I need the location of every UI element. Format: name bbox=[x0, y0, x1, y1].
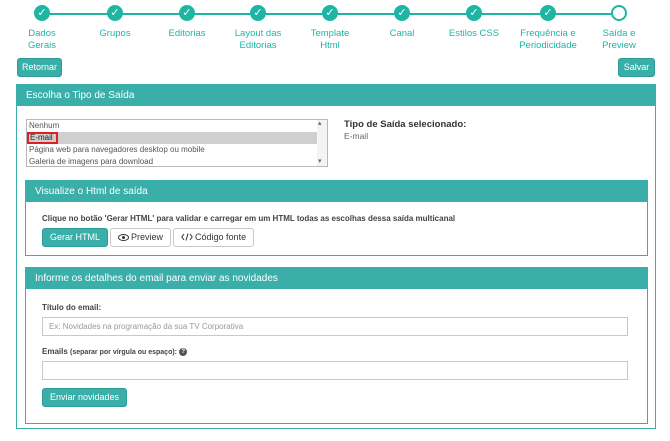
enviar-novidades-button[interactable]: Enviar novidades bbox=[42, 388, 128, 407]
listbox-option-galeria[interactable]: Galeria de imagens para download bbox=[27, 156, 327, 166]
emails-hint: (separar por vírgula ou espaço): bbox=[70, 349, 178, 356]
wizard-step-dados-gerais[interactable]: ✓ Dados Gerais bbox=[2, 5, 82, 52]
emails-label-text: Emails bbox=[42, 347, 68, 356]
wizard-step-label: Dados Gerais bbox=[28, 28, 56, 51]
panel-heading: Escolha o Tipo de Saída bbox=[17, 85, 655, 106]
current-step-icon bbox=[611, 5, 627, 21]
check-icon: ✓ bbox=[540, 5, 556, 21]
wizard-step-canal[interactable]: ✓ Canal bbox=[362, 5, 442, 40]
listbox-option-nenhum[interactable]: Nenhum bbox=[27, 120, 327, 132]
code-icon bbox=[181, 233, 193, 241]
wizard-step-frequencia[interactable]: ✓ Frequência e Periodicidade bbox=[508, 5, 588, 52]
check-icon: ✓ bbox=[179, 5, 195, 21]
wizard-step-editorias[interactable]: ✓ Editorias bbox=[147, 5, 227, 40]
wizard-step-label: Canal bbox=[389, 28, 415, 39]
titulo-email-input[interactable]: Ex: Novidades na programação da sua TV C… bbox=[42, 317, 628, 336]
email-panel: Informe os detalhes do email para enviar… bbox=[25, 267, 648, 424]
wizard-step-label: Frequência e Periodicidade bbox=[519, 28, 577, 51]
wizard-step-label: Grupos bbox=[99, 28, 131, 39]
selected-type-value: E-mail bbox=[344, 131, 369, 141]
wizard-step-grupos[interactable]: ✓ Grupos bbox=[75, 5, 155, 40]
preview-button[interactable]: Preview bbox=[110, 228, 172, 247]
tipo-saida-panel: Escolha o Tipo de Saída Nenhum E-mail Pá… bbox=[16, 84, 656, 429]
wizard-step-label: Saída e Preview bbox=[602, 28, 636, 51]
eye-icon bbox=[118, 234, 130, 241]
check-icon: ✓ bbox=[34, 5, 50, 21]
check-icon: ✓ bbox=[250, 5, 266, 21]
chevron-down-icon[interactable]: ▾ bbox=[318, 158, 322, 166]
wizard-step-layout-editorias[interactable]: ✓ Layout das Editorias bbox=[218, 5, 298, 52]
question-circle-icon[interactable]: ? bbox=[179, 347, 188, 356]
check-icon: ✓ bbox=[322, 5, 338, 21]
titulo-email-label: Título do email: bbox=[42, 303, 102, 312]
gerar-html-button[interactable]: Gerar HTML bbox=[42, 228, 109, 247]
wizard-step-estilos-css[interactable]: ✓ Estilos CSS bbox=[434, 5, 514, 40]
wizard-progress: ✓ Dados Gerais ✓ Grupos ✓ Editorias ✓ La… bbox=[0, 0, 670, 58]
preview-label: Preview bbox=[131, 232, 164, 242]
html-saida-panel: Visualize o Html de saída Clique no botã… bbox=[25, 180, 648, 256]
check-icon: ✓ bbox=[466, 5, 482, 21]
listbox-option-email[interactable]: E-mail bbox=[27, 132, 327, 144]
check-icon: ✓ bbox=[107, 5, 123, 21]
panel-heading: Informe os detalhes do email para enviar… bbox=[26, 268, 647, 289]
check-icon: ✓ bbox=[394, 5, 410, 21]
salvar-button[interactable]: Salvar bbox=[618, 58, 655, 77]
listbox-option-pagina-web[interactable]: Página web para navegadores desktop ou m… bbox=[27, 144, 327, 156]
retornar-button[interactable]: Retornar bbox=[17, 58, 62, 77]
listbox-scrollbar[interactable]: ▴ ▾ bbox=[317, 120, 327, 166]
panel-heading: Visualize o Html de saída bbox=[26, 181, 647, 202]
chevron-up-icon[interactable]: ▴ bbox=[318, 120, 322, 128]
html-buttons: Gerar HTML Preview Código fonte bbox=[42, 228, 256, 247]
selected-type-title: Tipo de Saída selecionado: bbox=[344, 119, 467, 130]
wizard-step-saida-preview[interactable]: Saída e Preview bbox=[579, 5, 659, 52]
html-instruction: Clique no botão 'Gerar HTML' para valida… bbox=[42, 214, 456, 223]
listbox-option-label: E-mail bbox=[27, 132, 58, 144]
emails-input[interactable] bbox=[42, 361, 628, 380]
wizard-step-label: Layout das Editorias bbox=[234, 28, 282, 51]
wizard-step-label: Template Html bbox=[310, 28, 350, 51]
codigo-fonte-button[interactable]: Código fonte bbox=[173, 228, 255, 247]
codigo-fonte-label: Código fonte bbox=[195, 232, 247, 242]
tipo-saida-listbox[interactable]: Nenhum E-mail Página web para navegadore… bbox=[26, 119, 328, 167]
wizard-step-template-html[interactable]: ✓ Template Html bbox=[290, 5, 370, 52]
wizard-step-label: Editorias bbox=[168, 28, 206, 39]
wizard-step-label: Estilos CSS bbox=[448, 28, 500, 39]
emails-label: Emails (separar por vírgula ou espaço): … bbox=[42, 347, 188, 356]
